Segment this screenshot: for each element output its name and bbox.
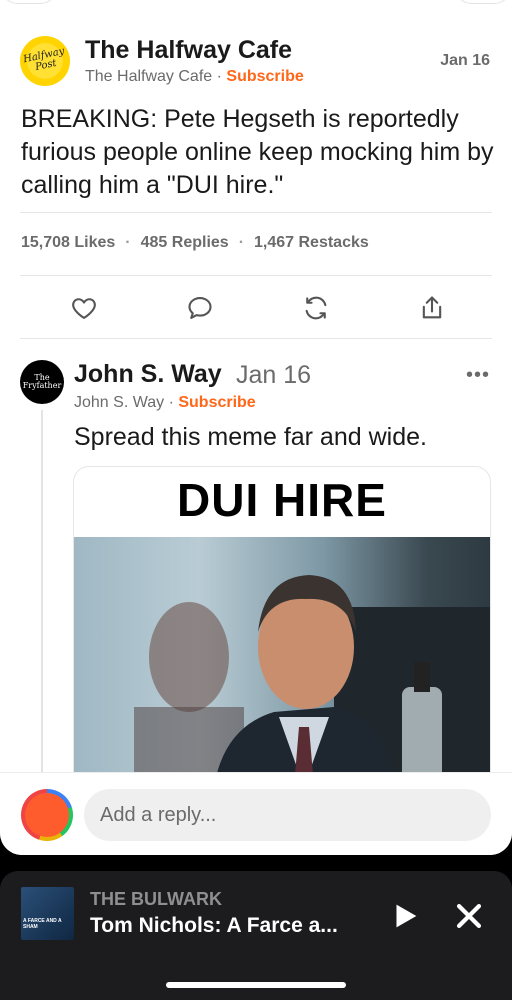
- reply-text: Spread this meme far and wide.: [74, 423, 427, 451]
- episode-artwork-text: A FARCE AND A SHAM: [23, 918, 62, 930]
- heart-icon: [72, 298, 96, 319]
- publication-byline-row: The Halfway Cafe · Subscribe: [85, 68, 304, 86]
- divider: [20, 275, 492, 276]
- player-episode-title[interactable]: Tom Nichols: A Farce a...: [90, 914, 365, 938]
- reply-button[interactable]: [180, 288, 220, 328]
- more-dots-icon[interactable]: •••: [466, 364, 490, 387]
- episode-artwork[interactable]: A FARCE AND A SHAM: [21, 887, 74, 940]
- like-button[interactable]: [64, 288, 104, 328]
- mini-player[interactable]: A FARCE AND A SHAM THE BULWARK Tom Nicho…: [0, 871, 512, 1000]
- byline-separator: ·: [216, 68, 227, 85]
- post-body: BREAKING: Pete Hegseth is reportedly fur…: [21, 105, 494, 199]
- publication-byline[interactable]: The Halfway Cafe: [85, 68, 212, 85]
- share-icon: [422, 296, 442, 319]
- reply-author-name[interactable]: John S. Way: [74, 360, 222, 389]
- restack-button[interactable]: [296, 288, 336, 328]
- restack-icon: [305, 296, 327, 320]
- home-indicator[interactable]: [166, 982, 346, 988]
- restacks-count[interactable]: 1,467 Restacks: [254, 234, 369, 252]
- play-button[interactable]: [388, 899, 422, 933]
- likes-count[interactable]: 15,708 Likes: [21, 234, 115, 252]
- reply-byline[interactable]: John S. Way: [74, 394, 164, 411]
- comment-bubble-icon: [188, 297, 212, 319]
- reply-byline-row: John S. Way · Subscribe: [74, 394, 256, 412]
- close-icon: [456, 903, 482, 929]
- meme-caption: DUI HIRE: [177, 474, 387, 526]
- current-user-avatar[interactable]: [21, 789, 73, 841]
- reply-input[interactable]: Add a reply...: [84, 789, 491, 841]
- reply-author-avatar[interactable]: The Fryfather: [20, 360, 64, 404]
- stats-separator: ·: [238, 234, 245, 251]
- divider: [20, 212, 492, 213]
- share-button[interactable]: [412, 288, 452, 328]
- stats-separator: ·: [125, 234, 131, 251]
- replies-count[interactable]: 485 Replies: [141, 234, 229, 252]
- publication-logo[interactable]: Halfway Post: [20, 36, 70, 86]
- subscribe-link[interactable]: Subscribe: [226, 68, 303, 85]
- reply-date: Jan 16: [236, 361, 312, 389]
- post-date: Jan 16: [440, 52, 490, 69]
- meme-photo: [74, 537, 490, 785]
- top-left-control[interactable]: [0, 0, 58, 4]
- top-edge: [0, 0, 512, 4]
- divider: [20, 338, 492, 339]
- post-actions: [0, 288, 512, 328]
- play-icon: [396, 904, 417, 928]
- post-stats: 15,708 Likes · 485 Replies · 1,467 Resta…: [21, 234, 369, 252]
- publication-logo-text: Halfway Post: [22, 45, 66, 74]
- byline-separator: ·: [168, 394, 179, 411]
- thread-line: [41, 410, 43, 780]
- post-header: Halfway Post The Halfway Cafe The Halfwa…: [20, 36, 492, 92]
- player-show-name: THE BULWARK: [90, 889, 222, 909]
- reply-subscribe-link[interactable]: Subscribe: [178, 394, 255, 411]
- close-player-button[interactable]: [452, 899, 486, 933]
- top-right-control[interactable]: [454, 0, 512, 4]
- meme-image[interactable]: DUI HIRE: [73, 466, 491, 786]
- reply-composer: Add a reply...: [0, 772, 512, 855]
- publication-name[interactable]: The Halfway Cafe: [85, 36, 292, 65]
- post-sheet: Halfway Post The Halfway Cafe The Halfwa…: [0, 0, 512, 855]
- meme-photo-illustration: [134, 575, 490, 785]
